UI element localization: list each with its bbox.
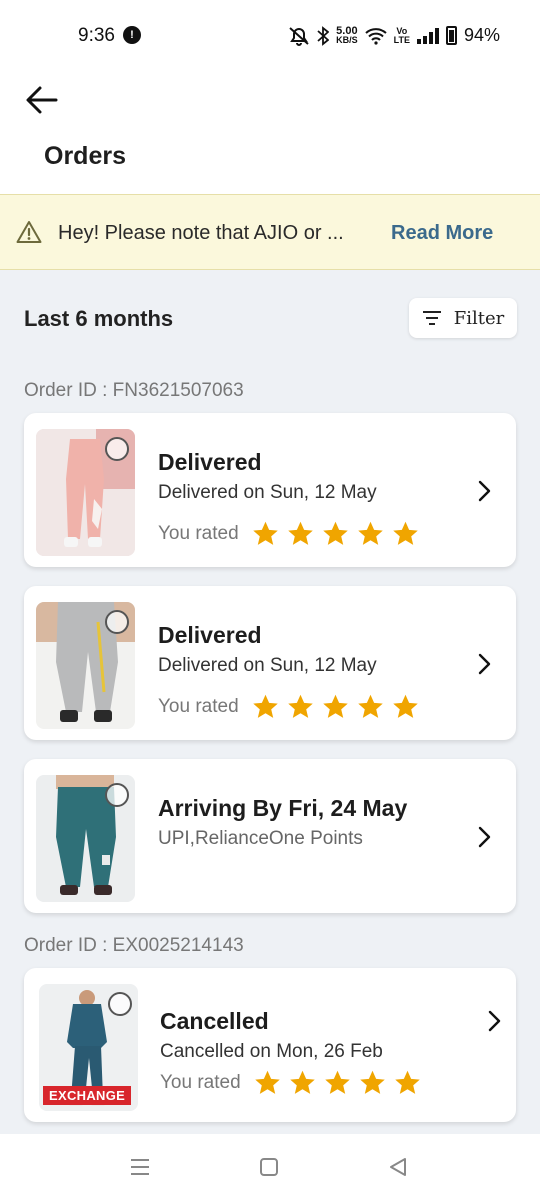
home-square-icon[interactable] (256, 1154, 282, 1180)
teal-tracksuit-product-image: EXCHANGE (39, 984, 138, 1111)
brand-seal-icon (105, 437, 129, 461)
wifi-icon (364, 27, 387, 45)
star-icon[interactable] (321, 520, 350, 548)
battery-percent: 94% (463, 25, 500, 45)
warning-icon (16, 221, 42, 243)
order-id: Order ID : FN3621507063 (24, 380, 244, 401)
order-card[interactable]: EXCHANGE Cancelled Cancelled on Mon, 26 … (24, 968, 516, 1122)
status-time: 9:36 (78, 25, 115, 46)
net-speed: 5.00 KB/S (336, 25, 358, 45)
brand-seal-icon (105, 610, 129, 634)
order-card[interactable]: Arriving By Fri, 24 May UPI,RelianceOne … (24, 759, 516, 913)
order-subtitle: Delivered on Sun, 12 May (158, 482, 377, 503)
brand-seal-icon (105, 783, 129, 807)
notice-text: Hey! Please note that AJIO or ... (58, 222, 344, 244)
chevron-right-icon (478, 826, 491, 848)
star-icon[interactable] (253, 1069, 282, 1097)
filter-button[interactable]: Filter (409, 298, 517, 338)
page-title: Orders (44, 142, 126, 170)
order-status: Delivered (158, 449, 262, 475)
read-more-link[interactable]: Read More (391, 222, 493, 245)
star-icon[interactable] (251, 693, 280, 721)
rating-row: You rated (158, 520, 420, 548)
arrow-left-icon[interactable] (24, 82, 60, 118)
menu-icon[interactable] (127, 1154, 153, 1180)
notice-banner: Hey! Please note that AJIO or ... Read M… (0, 194, 540, 270)
star-icon[interactable] (286, 520, 315, 548)
order-status: Cancelled (160, 1008, 269, 1034)
order-card[interactable]: Delivered Delivered on Sun, 12 May You r… (24, 586, 516, 740)
order-status: Delivered (158, 622, 262, 648)
net-speed-unit: KB/S (336, 34, 358, 45)
order-id: Order ID : EX0025214143 (24, 935, 244, 956)
star-icon[interactable] (393, 1069, 422, 1097)
app-header: Orders (0, 72, 540, 194)
star-icon[interactable] (323, 1069, 352, 1097)
order-subtitle: Cancelled on Mon, 26 Feb (160, 1041, 383, 1062)
star-icon[interactable] (321, 693, 350, 721)
rating-row: You rated (158, 693, 420, 721)
filter-icon (422, 311, 441, 325)
pink-joggers-product-image (36, 429, 135, 556)
star-icon[interactable] (391, 693, 420, 721)
system-nav-bar (0, 1134, 540, 1200)
star-icon[interactable] (251, 520, 280, 548)
teal-joggers-product-image (36, 775, 135, 902)
notification-badge: ! (123, 26, 141, 44)
brand-seal-icon (108, 992, 132, 1016)
rated-label: You rated (160, 1072, 241, 1093)
battery-icon (445, 26, 457, 45)
section-title: Last 6 months (24, 306, 174, 331)
signal-icon (416, 27, 439, 44)
lte-bottom: LTE (393, 34, 410, 45)
chevron-right-icon (488, 1010, 501, 1032)
lte-indicator: Vo LTE (393, 26, 410, 45)
status-bar: 9:36 ! 5.00 KB/S Vo LTE 94% (0, 0, 540, 72)
filter-label: Filter (453, 307, 505, 329)
rated-label: You rated (158, 523, 239, 544)
order-subtitle: Delivered on Sun, 12 May (158, 655, 377, 676)
star-icon[interactable] (391, 520, 420, 548)
bluetooth-icon (317, 25, 330, 46)
order-card[interactable]: Delivered Delivered on Sun, 12 May You r… (24, 413, 516, 567)
mute-icon (289, 26, 309, 46)
back-triangle-icon[interactable] (385, 1154, 411, 1180)
order-status: Arriving By Fri, 24 May (158, 795, 408, 821)
star-icon[interactable] (288, 1069, 317, 1097)
order-subtitle: UPI,RelianceOne Points (158, 828, 363, 849)
star-icon[interactable] (356, 693, 385, 721)
chevron-right-icon (478, 480, 491, 502)
star-icon[interactable] (286, 693, 315, 721)
grey-joggers-product-image (36, 602, 135, 729)
status-icons: 5.00 KB/S Vo LTE 94% (288, 25, 500, 46)
exchange-badge: EXCHANGE (43, 1086, 132, 1105)
chevron-right-icon (478, 653, 491, 675)
orders-list: Last 6 months Filter Order ID : FN362150… (0, 270, 540, 1134)
star-icon[interactable] (358, 1069, 387, 1097)
star-icon[interactable] (356, 520, 385, 548)
rating-row: You rated (160, 1069, 422, 1097)
rated-label: You rated (158, 696, 239, 717)
